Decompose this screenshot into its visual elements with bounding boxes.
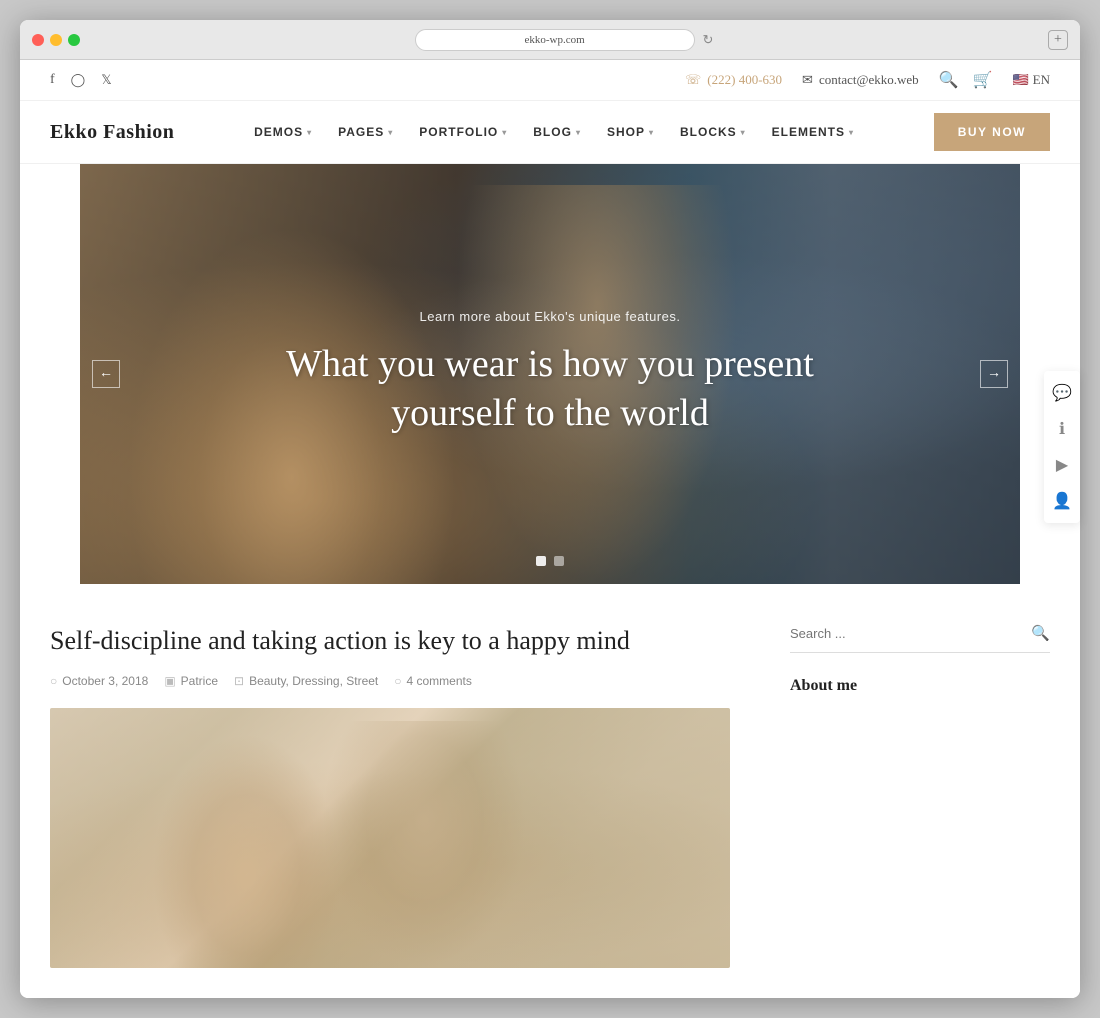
search-input[interactable]	[790, 626, 1031, 641]
meta-date: ○ October 3, 2018	[50, 674, 148, 688]
site-content: f ◯ 𝕏 ☏ (222) 400-630 ✉ contact@ekko.web…	[20, 60, 1080, 998]
flag-icon: 🇺🇸	[1012, 72, 1028, 88]
floating-comment-icon[interactable]: 💬	[1052, 383, 1072, 403]
top-bar-icons: 🔍 🛒	[939, 70, 993, 90]
main-content: Self-discipline and taking action is key…	[20, 584, 1080, 998]
language-label: EN	[1033, 72, 1050, 88]
url-input[interactable]: ekko-wp.com	[415, 29, 695, 51]
phone-number: (222) 400-630	[707, 72, 782, 88]
floating-play-icon[interactable]: ▶	[1052, 455, 1072, 475]
hero-dot-2[interactable]	[554, 556, 564, 566]
chevron-down-icon: ▾	[576, 128, 581, 137]
meta-author: ▣ Patrice	[164, 674, 218, 688]
chevron-down-icon: ▾	[388, 128, 393, 137]
new-tab-button[interactable]: +	[1048, 30, 1068, 50]
browser-dots	[32, 34, 80, 46]
post-image	[50, 708, 730, 968]
clock-icon: ○	[50, 674, 57, 688]
post-meta: ○ October 3, 2018 ▣ Patrice ⊡ Beauty, Dr…	[50, 674, 730, 688]
search-box: 🔍	[790, 624, 1050, 653]
nav-item-demos[interactable]: DEMOS ▾	[244, 117, 322, 147]
hero-wrapper: Learn more about Ekko's unique features.…	[20, 164, 1080, 584]
instagram-icon[interactable]: ◯	[71, 72, 86, 88]
nav-menu: DEMOS ▾ PAGES ▾ PORTFOLIO ▾ BLOG ▾ SHOP	[244, 117, 864, 147]
site-logo[interactable]: Ekko Fashion	[50, 121, 174, 144]
navbar: Ekko Fashion DEMOS ▾ PAGES ▾ PORTFOLIO ▾…	[20, 101, 1080, 164]
buy-now-button[interactable]: BUY NOW	[934, 113, 1050, 151]
floating-info-icon[interactable]: ℹ	[1052, 419, 1072, 439]
nav-item-portfolio[interactable]: PORTFOLIO ▾	[409, 117, 517, 147]
folder-icon: ▣	[164, 674, 175, 688]
nav-item-shop[interactable]: SHOP ▾	[597, 117, 664, 147]
sidebar: 🔍 About me	[790, 624, 1050, 968]
comment-icon: ○	[394, 674, 401, 688]
hero-dot-1[interactable]	[536, 556, 546, 566]
email-info: ✉ contact@ekko.web	[802, 72, 919, 88]
cart-icon[interactable]: 🛒	[973, 70, 993, 90]
tag-icon: ⊡	[234, 674, 244, 688]
refresh-icon[interactable]: ↻	[703, 32, 714, 48]
chevron-down-icon: ▾	[502, 128, 507, 137]
nav-item-blocks[interactable]: BLOCKS ▾	[670, 117, 756, 147]
facebook-icon[interactable]: f	[50, 72, 55, 88]
nav-item-elements[interactable]: ELEMENTS ▾	[762, 117, 864, 147]
phone-info: ☏ (222) 400-630	[685, 72, 782, 88]
chevron-down-icon: ▾	[849, 128, 854, 137]
search-button[interactable]: 🔍	[1031, 624, 1050, 642]
meta-comments: ○ 4 comments	[394, 674, 472, 688]
post-categories: Beauty, Dressing, Street	[249, 674, 378, 688]
phone-icon: ☏	[685, 72, 701, 88]
chevron-down-icon: ▾	[649, 128, 654, 137]
meta-categories: ⊡ Beauty, Dressing, Street	[234, 674, 378, 688]
social-icons: f ◯ 𝕏	[50, 72, 112, 88]
top-bar-right: ☏ (222) 400-630 ✉ contact@ekko.web 🔍 🛒 🇺…	[685, 70, 1050, 90]
figure-decorative-2	[322, 721, 526, 968]
chevron-down-icon: ▾	[307, 128, 312, 137]
hero-prev-button[interactable]: ←	[92, 360, 120, 388]
close-dot[interactable]	[32, 34, 44, 46]
hero-title: What you wear is how you present yoursel…	[221, 340, 879, 439]
about-section-title: About me	[790, 677, 1050, 695]
email-address: contact@ekko.web	[819, 72, 919, 88]
floating-user-icon[interactable]: 👤	[1052, 491, 1072, 511]
hero-dots	[536, 556, 564, 566]
post-author: Patrice	[181, 674, 218, 688]
twitter-icon[interactable]: 𝕏	[101, 72, 111, 88]
maximize-dot[interactable]	[68, 34, 80, 46]
minimize-dot[interactable]	[50, 34, 62, 46]
blog-post-title: Self-discipline and taking action is key…	[50, 624, 730, 658]
browser-chrome: ekko-wp.com ↻ +	[20, 20, 1080, 60]
search-icon[interactable]: 🔍	[939, 70, 959, 90]
address-bar: ekko-wp.com ↻	[88, 29, 1040, 51]
chevron-down-icon: ▾	[741, 128, 746, 137]
hero-section: Learn more about Ekko's unique features.…	[80, 164, 1020, 584]
nav-item-blog[interactable]: BLOG ▾	[523, 117, 591, 147]
figure-decorative-1	[152, 734, 342, 968]
content-left: Self-discipline and taking action is key…	[50, 624, 790, 968]
post-comments: 4 comments	[407, 674, 472, 688]
floating-sidebar: 💬 ℹ ▶ 👤	[1044, 371, 1080, 523]
nav-item-pages[interactable]: PAGES ▾	[328, 117, 403, 147]
post-date: October 3, 2018	[62, 674, 148, 688]
hero-text: Learn more about Ekko's unique features.…	[221, 309, 879, 439]
hero-subtitle: Learn more about Ekko's unique features.	[221, 309, 879, 324]
hero-next-button[interactable]: →	[980, 360, 1008, 388]
language-selector[interactable]: 🇺🇸 EN	[1012, 72, 1050, 88]
email-icon: ✉	[802, 72, 813, 88]
top-bar: f ◯ 𝕏 ☏ (222) 400-630 ✉ contact@ekko.web…	[20, 60, 1080, 101]
